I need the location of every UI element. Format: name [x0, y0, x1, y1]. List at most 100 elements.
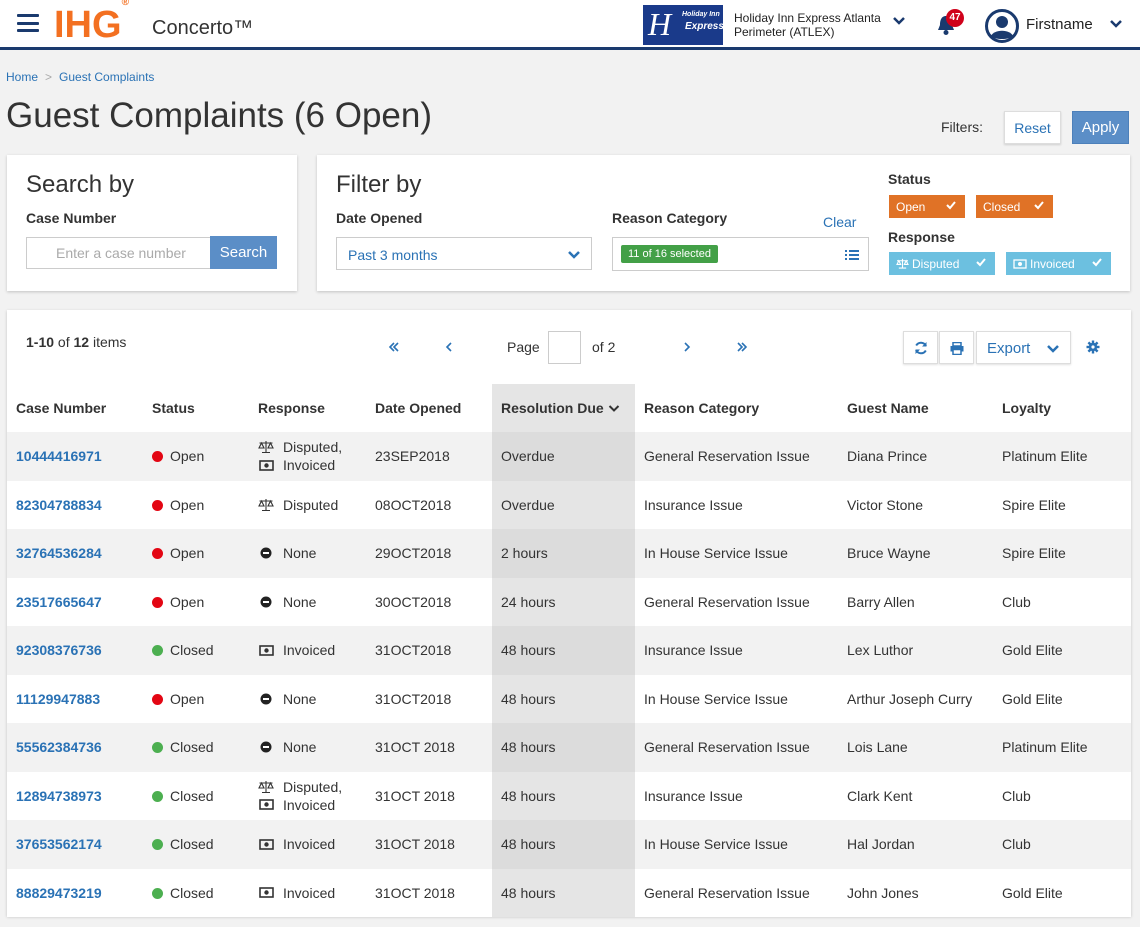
- response-label: Response: [888, 229, 955, 245]
- table-row[interactable]: 23517665647 Open None 30OCT2018 24 hours Gene…: [7, 577, 1131, 626]
- column-header-status[interactable]: Status: [143, 384, 249, 432]
- case-number-label: Case Number: [26, 210, 117, 226]
- scales-icon: [258, 441, 274, 454]
- ihg-logo[interactable]: IHG®: [54, 0, 129, 47]
- last-page-icon[interactable]: [736, 342, 748, 352]
- response-cell-content: Invoiced: [258, 836, 366, 852]
- response-cell: Invoiced: [249, 868, 366, 917]
- user-avatar-icon[interactable]: [985, 9, 1019, 43]
- money-icon: [258, 838, 274, 850]
- status-cell: Open: [143, 480, 249, 529]
- page-title: Guest Complaints (6 Open): [6, 96, 433, 135]
- response-text: Invoiced: [283, 884, 336, 901]
- guest-name-cell: Diana Prince: [838, 432, 993, 481]
- status-dot-icon: [152, 596, 163, 608]
- reason-category-cell: In House Service Issue: [635, 820, 838, 869]
- date-opened-select[interactable]: Past 3 months: [336, 237, 592, 270]
- apply-button[interactable]: Apply: [1072, 111, 1129, 144]
- response-tag-invoiced[interactable]: Invoiced: [1006, 252, 1111, 275]
- items-word: items: [92, 334, 127, 350]
- gear-icon[interactable]: [1086, 340, 1100, 354]
- items-total: 12: [73, 334, 90, 350]
- user-name[interactable]: Firstname: [1026, 16, 1093, 33]
- case-number-link[interactable]: 11129947883: [16, 691, 100, 707]
- refresh-button[interactable]: [903, 331, 938, 364]
- response-text: Disputed,: [283, 778, 343, 795]
- table-row[interactable]: 55562384736 Closed None 31OCT 2018 48 hours G…: [7, 723, 1131, 772]
- reason-category-cell: General Reservation Issue: [635, 723, 838, 772]
- breadcrumb-home[interactable]: Home: [6, 70, 38, 84]
- case-number-link[interactable]: 37653562174: [16, 836, 102, 852]
- table-row[interactable]: 32764536284 Open None 29OCT2018 2 hours In Ho…: [7, 529, 1131, 578]
- column-header-resolution-due[interactable]: Resolution Due: [492, 384, 635, 432]
- chevron-down-icon[interactable]: [892, 16, 906, 26]
- minus-circle-icon: [260, 547, 272, 559]
- money-icon: [258, 644, 274, 656]
- export-button[interactable]: Export: [976, 331, 1071, 364]
- menu-icon[interactable]: [17, 14, 39, 32]
- print-button[interactable]: [939, 331, 974, 364]
- column-header-reason-category[interactable]: Reason Category: [635, 384, 838, 432]
- resolution-due-cell: 48 hours: [492, 820, 635, 869]
- status-tag-open[interactable]: Open: [889, 195, 965, 218]
- table-row[interactable]: 92308376736 Closed Invoiced 31OCT2018 48 hou…: [7, 626, 1131, 675]
- hotel-name[interactable]: Holiday Inn Express Atlanta Perimeter (A…: [734, 11, 894, 39]
- list-icon[interactable]: [845, 249, 859, 261]
- case-number-link[interactable]: 32764536284: [16, 545, 102, 561]
- clear-link[interactable]: Clear: [823, 214, 856, 230]
- guest-name-cell: Victor Stone: [838, 480, 993, 529]
- previous-page-icon[interactable]: [445, 342, 453, 352]
- column-header-response[interactable]: Response: [249, 384, 366, 432]
- resolution-due-label: Resolution Due: [501, 400, 604, 416]
- reason-category-cell: Insurance Issue: [635, 771, 838, 820]
- chevron-down-icon[interactable]: [1109, 19, 1123, 29]
- column-header-date-opened[interactable]: Date Opened: [366, 384, 492, 432]
- first-page-icon[interactable]: [388, 342, 400, 352]
- reason-category-select[interactable]: 11 of 16 selected: [612, 237, 869, 271]
- hotel-brand-logo: H Holiday Inn Express: [643, 5, 724, 45]
- response-cell-content: None: [258, 691, 366, 707]
- filter-panel: Filter by Date Opened Past 3 months Reas…: [317, 155, 1130, 291]
- table-row[interactable]: 37653562174 Closed Invoiced 31OCT 2018 48 ho…: [7, 820, 1131, 869]
- table-row[interactable]: 82304788834 Open Disputed 08OCT2018 Overdue I…: [7, 480, 1131, 529]
- table-row[interactable]: 88829473219 Closed Invoiced 31OCT 2018 48 ho…: [7, 868, 1131, 917]
- status-text: Closed: [170, 739, 214, 756]
- case-number-link[interactable]: 23517665647: [16, 594, 102, 610]
- case-number-input[interactable]: [26, 237, 210, 269]
- case-number-link[interactable]: 92308376736: [16, 642, 102, 658]
- response-tag-disputed[interactable]: Disputed: [889, 252, 995, 275]
- case-number-link[interactable]: 55562384736: [16, 739, 102, 755]
- status-dot-icon: [152, 693, 163, 705]
- items-range: 1-10: [26, 334, 55, 350]
- search-button[interactable]: Search: [210, 236, 277, 269]
- table-row[interactable]: 10444416971 Open Disputed, Invoiced 23SEP201…: [7, 432, 1131, 481]
- response-tag-label: Invoiced: [1030, 257, 1075, 271]
- case-number-link[interactable]: 10444416971: [16, 448, 102, 464]
- date-opened-value: Past 3 months: [348, 247, 438, 263]
- column-header-case-number[interactable]: Case Number: [7, 384, 143, 432]
- resolution-due-cell: 24 hours: [492, 577, 635, 626]
- case-number-link[interactable]: 12894738973: [16, 788, 102, 804]
- breadcrumb-separator: >: [45, 70, 53, 84]
- loyalty-cell: Gold Elite: [993, 674, 1131, 723]
- page-number-input[interactable]: [548, 331, 581, 364]
- search-title: Search by: [26, 171, 135, 198]
- export-label: Export: [987, 340, 1031, 357]
- breadcrumb-current[interactable]: Guest Complaints: [59, 70, 154, 84]
- status-tag-closed[interactable]: Closed: [976, 195, 1053, 218]
- case-number-link[interactable]: 82304788834: [16, 497, 102, 513]
- column-header-guest-name[interactable]: Guest Name: [838, 384, 993, 432]
- column-header-loyalty[interactable]: Loyalty: [993, 384, 1131, 432]
- case-number-link[interactable]: 88829473219: [16, 885, 102, 901]
- notification-badge: 47: [946, 9, 964, 27]
- response-cell-content: Invoiced: [258, 642, 366, 658]
- response-cell-content: None: [258, 594, 366, 610]
- guest-name-cell: Bruce Wayne: [838, 529, 993, 578]
- status-text: Open: [170, 545, 205, 562]
- table-row[interactable]: 12894738973 Closed Disputed, Invoiced 31OCT …: [7, 771, 1131, 820]
- table-row[interactable]: 11129947883 Open None 31OCT2018 48 hours In H…: [7, 674, 1131, 723]
- guest-name-cell: Barry Allen: [838, 577, 993, 626]
- next-page-icon[interactable]: [683, 342, 691, 352]
- reset-button[interactable]: Reset: [1004, 111, 1061, 144]
- date-opened-cell: 30OCT2018: [366, 577, 492, 626]
